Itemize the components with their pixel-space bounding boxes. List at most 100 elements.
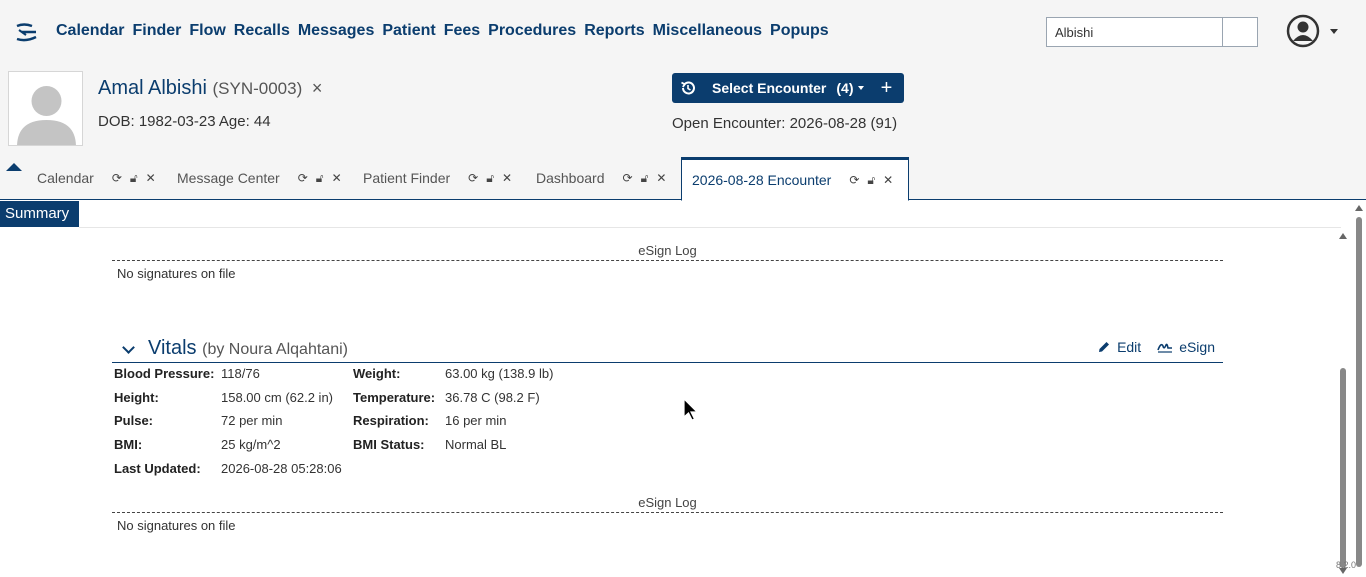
lock-icon[interactable]: 🔓︎	[641, 171, 649, 186]
section-actions: Edit eSign	[1097, 339, 1215, 355]
tab-calendar[interactable]: Calendar ⟳ 🔓︎ ✕	[27, 156, 156, 200]
close-icon[interactable]: ✕	[332, 171, 342, 185]
edit-vitals-button[interactable]: Edit	[1097, 339, 1141, 355]
avatar-placeholder-icon	[9, 72, 82, 145]
user-menu-button[interactable]	[1286, 13, 1346, 49]
top-navbar: Calendar Finder Flow Recalls Messages Pa…	[0, 0, 1366, 64]
tab-message-center[interactable]: Message Center ⟳ 🔓︎ ✕	[167, 156, 342, 200]
menu-recalls[interactable]: Recalls	[234, 20, 290, 42]
patient-name-line: Amal Albishi (SYN-0003) ×	[98, 76, 322, 101]
no-signatures-text: No signatures on file	[117, 518, 236, 533]
vitals-title: Vitals (by Noura Alqahtani)	[148, 337, 348, 360]
lock-icon[interactable]: 🔓︎	[486, 171, 494, 186]
collapse-header-icon[interactable]	[6, 163, 22, 171]
mouse-cursor-icon	[683, 398, 699, 421]
app-logo-icon[interactable]	[14, 22, 40, 44]
menu-reports[interactable]: Reports	[584, 20, 644, 42]
vital-label: BMI Status:	[353, 437, 425, 452]
vital-value: 118/76	[221, 366, 260, 381]
vital-value: Normal BL	[445, 437, 507, 452]
menu-flow[interactable]: Flow	[189, 20, 225, 42]
vital-label: Temperature:	[353, 390, 436, 405]
edit-label: Edit	[1117, 339, 1142, 355]
refresh-icon[interactable]: ⟳	[298, 171, 308, 185]
signature-icon	[1157, 343, 1173, 353]
esign-vitals-button[interactable]: eSign	[1157, 339, 1215, 355]
menu-messages[interactable]: Messages	[298, 20, 375, 42]
search-input[interactable]	[1047, 18, 1223, 46]
refresh-icon[interactable]: ⟳	[468, 171, 478, 185]
menu-miscellaneous[interactable]: Miscellaneous	[653, 20, 762, 42]
history-icon	[681, 81, 695, 95]
menu-procedures[interactable]: Procedures	[488, 20, 576, 42]
tab-label[interactable]: Calendar	[37, 170, 94, 186]
vital-value: 25 kg/m^2	[221, 437, 281, 452]
scroll-up-icon[interactable]	[1339, 233, 1347, 239]
open-encounter-text[interactable]: Open Encounter: 2026-08-28 (91)	[672, 115, 897, 132]
close-icon[interactable]: ✕	[883, 173, 893, 187]
esign-log-label[interactable]: eSign Log	[112, 495, 1223, 510]
refresh-icon[interactable]: ⟳	[623, 171, 633, 185]
tab-label[interactable]: Dashboard	[536, 170, 605, 186]
vital-value: 158.00 cm (62.2 in)	[221, 390, 334, 405]
vital-label: Pulse:	[114, 413, 154, 428]
vital-label: BMI:	[114, 437, 143, 452]
tab-patient-finder[interactable]: Patient Finder ⟳ 🔓︎ ✕	[353, 156, 512, 200]
patient-name[interactable]: Amal Albishi	[98, 77, 207, 99]
divider	[112, 260, 1223, 261]
content-scrollbar[interactable]	[1337, 230, 1349, 577]
menu-finder[interactable]: Finder	[132, 20, 181, 42]
menu-patient[interactable]: Patient	[382, 20, 435, 42]
menu-calendar[interactable]: Calendar	[56, 20, 124, 42]
lock-icon[interactable]: 🔓︎	[130, 171, 138, 186]
section-title: Vitals	[148, 337, 197, 359]
tab-label[interactable]: Patient Finder	[363, 170, 450, 186]
select-encounter-dropdown[interactable]: Select Encounter (4)	[704, 80, 870, 96]
vital-value: 63.00 kg (138.9 lb)	[445, 366, 554, 381]
encounter-history-button[interactable]	[672, 80, 704, 96]
close-icon[interactable]: ✕	[146, 171, 156, 185]
lock-icon[interactable]: 🔓︎	[867, 173, 875, 188]
main-menu: Calendar Finder Flow Recalls Messages Pa…	[56, 20, 837, 42]
patient-dob-age: DOB: 1982-03-23 Age: 44	[98, 113, 271, 130]
vital-value: 2026-08-28 05:28:06	[221, 461, 342, 476]
user-circle-icon	[1286, 14, 1320, 48]
patient-header: Amal Albishi (SYN-0003) × DOB: 1982-03-2…	[0, 64, 1366, 156]
pencil-icon	[1099, 342, 1110, 352]
menu-popups[interactable]: Popups	[770, 20, 829, 42]
chevron-down-icon	[857, 86, 864, 90]
tab-label[interactable]: 2026-08-28 Encounter	[692, 172, 831, 188]
version-text: 8.2.0	[1336, 560, 1357, 570]
add-encounter-button[interactable]: +	[870, 77, 904, 100]
tab-encounter[interactable]: 2026-08-28 Encounter ⟳ 🔓︎ ✕	[681, 157, 909, 201]
encounter-count: (4)	[836, 80, 854, 96]
vital-label: Height:	[114, 390, 159, 405]
scrollbar-thumb[interactable]	[1356, 217, 1362, 567]
patient-search	[1046, 17, 1258, 47]
page-scrollbar[interactable]	[1352, 201, 1366, 577]
lock-icon[interactable]: 🔓︎	[316, 171, 324, 186]
divider	[112, 512, 1223, 513]
vital-label: Blood Pressure:	[114, 366, 215, 381]
menu-fees[interactable]: Fees	[444, 20, 480, 42]
esign-label: eSign	[1179, 339, 1215, 355]
search-button[interactable]	[1223, 18, 1257, 46]
tab-label[interactable]: Message Center	[177, 170, 280, 186]
vital-label: Last Updated:	[114, 461, 201, 476]
refresh-icon[interactable]: ⟳	[849, 173, 859, 187]
close-patient-button[interactable]: ×	[312, 78, 323, 98]
close-icon[interactable]: ✕	[656, 171, 666, 185]
scrollbar-thumb[interactable]	[1340, 368, 1346, 568]
encounter-summary-content: eSign Log No signatures on file Vitals (…	[0, 228, 1340, 577]
chevron-down-icon[interactable]	[122, 341, 135, 354]
refresh-icon[interactable]: ⟳	[112, 171, 122, 185]
tab-dashboard[interactable]: Dashboard ⟳ 🔓︎ ✕	[526, 156, 666, 200]
scroll-up-icon[interactable]	[1355, 205, 1363, 211]
vital-value: 36.78 C (98.2 F)	[445, 390, 540, 405]
no-signatures-text: No signatures on file	[117, 266, 236, 281]
vital-label: Respiration:	[353, 413, 429, 428]
close-icon[interactable]: ✕	[502, 171, 512, 185]
chevron-down-icon	[1330, 28, 1338, 34]
summary-tab[interactable]: Summary	[0, 201, 79, 227]
esign-log-label[interactable]: eSign Log	[112, 243, 1223, 258]
